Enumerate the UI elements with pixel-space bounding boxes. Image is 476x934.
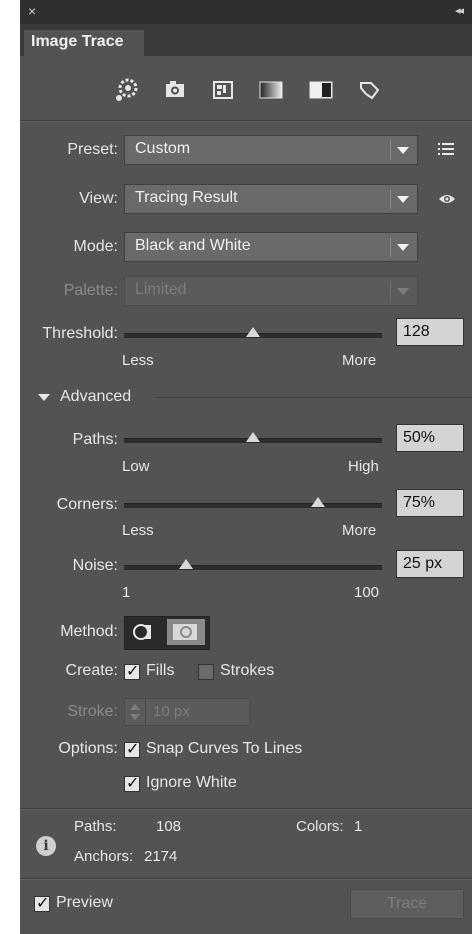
panel-title-bar: × ◂◂ [20, 0, 472, 24]
stats-anchors-label: Anchors: [74, 848, 134, 865]
eye-icon[interactable] [438, 192, 456, 211]
dropdown-separator [390, 189, 391, 209]
advanced-divider [154, 397, 472, 398]
noise-value-field[interactable]: 25 px [396, 550, 464, 578]
noise-min-label: 1 [122, 584, 131, 601]
view-label: View: [79, 190, 118, 207]
dropdown-separator [390, 237, 391, 257]
preset-icon-row [20, 74, 472, 110]
chevron-down-icon [397, 288, 409, 295]
disclosure-triangle-icon [38, 394, 50, 401]
mode-value: Black and White [135, 237, 251, 254]
preset-dropdown[interactable]: Custom [124, 135, 418, 165]
paths-max-label: High [348, 458, 379, 475]
preview-label: Preview [56, 894, 113, 911]
stroke-label: Stroke: [67, 703, 118, 720]
stroke-stepper: 10 px [124, 698, 250, 726]
threshold-slider-thumb[interactable] [246, 327, 260, 337]
ignore-white-checkbox[interactable] [124, 773, 140, 793]
corners-label: Corners: [56, 496, 118, 513]
noise-max-label: 100 [354, 584, 380, 601]
noise-slider-thumb[interactable] [178, 559, 193, 569]
corners-min-label: Less [122, 522, 154, 539]
options-label: Options: [58, 740, 118, 757]
corners-slider[interactable] [124, 497, 382, 508]
threshold-value-field[interactable]: 128 [396, 318, 464, 346]
fills-checkbox[interactable] [124, 661, 140, 681]
divider [20, 878, 472, 880]
fills-label: Fills [146, 662, 175, 679]
stroke-value: 10 px [153, 703, 190, 720]
noise-label: Noise: [72, 557, 118, 574]
paths-min-label: Low [122, 458, 150, 475]
noise-slider[interactable] [124, 559, 382, 570]
high-color-icon[interactable] [160, 74, 190, 106]
mode-dropdown[interactable]: Black and White [124, 232, 418, 262]
stats-colors-value: 1 [354, 818, 363, 835]
dropdown-separator [390, 281, 391, 301]
close-icon[interactable]: × [28, 3, 36, 19]
snap-curves-label: Snap Curves To Lines [146, 740, 303, 757]
threshold-label: Threshold: [42, 325, 118, 342]
info-icon: i [36, 836, 56, 856]
preview-checkbox[interactable] [34, 893, 50, 913]
view-dropdown[interactable]: Tracing Result [124, 184, 418, 214]
chevron-down-icon [397, 196, 409, 203]
stats-paths-value: 108 [156, 818, 182, 835]
tab-strip: Image Trace [20, 24, 472, 56]
chevron-down-icon [397, 244, 409, 251]
paths-slider[interactable] [124, 432, 382, 443]
corners-value-field[interactable]: 75% [396, 489, 464, 517]
corners-max-label: More [342, 522, 377, 539]
image-trace-panel: × ◂◂ Image Trace Preset: Custom View: Tr… [20, 0, 472, 934]
threshold-min-label: Less [122, 352, 154, 369]
black-white-icon[interactable] [306, 74, 336, 106]
divider [20, 120, 472, 122]
stats-colors-label: Colors: [296, 818, 344, 835]
grayscale-icon[interactable] [256, 74, 286, 106]
paths-label: Paths: [72, 431, 118, 448]
tab-image-trace[interactable]: Image Trace [24, 30, 144, 56]
method-label: Method: [60, 623, 118, 640]
strokes-checkbox[interactable] [198, 664, 214, 680]
snap-curves-checkbox[interactable] [124, 739, 140, 759]
stats-anchors-value: 2174 [144, 848, 178, 865]
paths-value-field[interactable]: 50% [396, 424, 464, 452]
stepper-arrows-icon [125, 699, 146, 725]
threshold-slider[interactable] [124, 327, 382, 338]
strokes-label: Strokes [220, 662, 275, 679]
list-menu-icon[interactable] [438, 142, 454, 161]
palette-dropdown: Limited [124, 276, 418, 306]
overlapping-method-button[interactable] [167, 619, 205, 645]
create-label: Create: [65, 662, 118, 679]
paths-slider-thumb[interactable] [246, 432, 260, 442]
advanced-label: Advanced [60, 388, 132, 405]
dropdown-separator [390, 140, 391, 160]
abutting-method-button[interactable] [127, 619, 165, 645]
method-button-group [124, 616, 210, 650]
auto-color-icon[interactable] [112, 74, 142, 106]
palette-value: Limited [135, 281, 187, 298]
preset-label: Preset: [67, 141, 118, 158]
threshold-max-label: More [342, 352, 377, 369]
mode-label: Mode: [73, 238, 118, 255]
collapse-icon[interactable]: ◂◂ [455, 4, 464, 17]
corners-slider-thumb[interactable] [310, 497, 325, 507]
outline-icon[interactable] [354, 74, 384, 106]
ignore-white-label: Ignore White [146, 774, 237, 791]
trace-button[interactable]: Trace [350, 889, 464, 919]
palette-label: Palette: [63, 282, 118, 299]
preset-value: Custom [135, 140, 191, 157]
view-value: Tracing Result [135, 189, 238, 206]
low-color-icon[interactable] [208, 74, 238, 106]
chevron-down-icon [397, 147, 409, 154]
stats-paths-label: Paths: [74, 818, 117, 835]
divider [20, 808, 472, 810]
